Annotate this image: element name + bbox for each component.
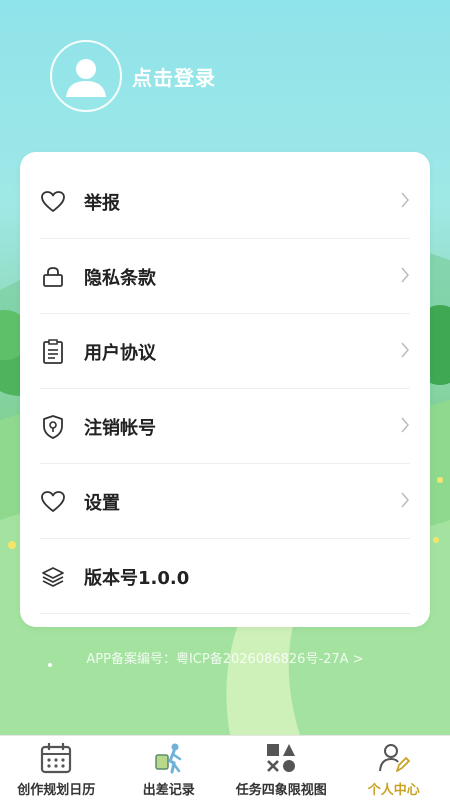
- chevron-right-icon: [400, 266, 410, 288]
- tab-label: 出差记录: [143, 779, 195, 798]
- icp-filing-link[interactable]: APP备案编号：粤ICP备2026086826号-27A >: [0, 648, 450, 667]
- lock-icon: [40, 264, 66, 290]
- shapes-icon: [263, 740, 299, 776]
- menu-item-user-agreement[interactable]: 用户协议: [40, 314, 410, 389]
- heart-icon: [40, 489, 66, 515]
- login-link[interactable]: 点击登录: [132, 62, 216, 91]
- menu-item-delete-account[interactable]: 注销帐号: [40, 389, 410, 464]
- menu-item-label: 版本号1.0.0: [84, 564, 189, 590]
- chevron-right-icon: [400, 416, 410, 438]
- user-avatar-icon: [61, 51, 111, 101]
- menu-item-label: 举报: [84, 189, 120, 215]
- menu-item-label: 设置: [84, 489, 120, 515]
- calendar-icon: [38, 740, 74, 776]
- tab-label: 个人中心: [368, 779, 420, 798]
- layers-icon: [40, 564, 66, 590]
- tab-label: 创作规划日历: [17, 779, 95, 798]
- tab-calendar[interactable]: 创作规划日历: [0, 736, 113, 801]
- profile-header[interactable]: 点击登录: [50, 40, 216, 112]
- chevron-right-icon: [400, 491, 410, 513]
- chevron-right-icon: [400, 191, 410, 213]
- bottom-tab-bar: 创作规划日历 出差记录 任务四象限视图 个人中心: [0, 735, 450, 801]
- tab-travel-records[interactable]: 出差记录: [113, 736, 226, 801]
- heart-icon: [40, 189, 66, 215]
- menu-item-version: 版本号1.0.0: [40, 539, 410, 614]
- avatar[interactable]: [50, 40, 122, 112]
- chevron-right-icon: [400, 341, 410, 363]
- tab-four-quadrant[interactable]: 任务四象限视图: [225, 736, 338, 801]
- shield-key-icon: [40, 414, 66, 440]
- menu-item-label: 注销帐号: [84, 414, 156, 440]
- tab-profile[interactable]: 个人中心: [338, 736, 450, 801]
- menu-item-label: 用户协议: [84, 339, 156, 365]
- menu-item-privacy[interactable]: 隐私条款: [40, 239, 410, 314]
- menu-item-label: 隐私条款: [84, 264, 156, 290]
- clipboard-icon: [40, 339, 66, 365]
- traveler-icon: [151, 740, 187, 776]
- menu-item-report[interactable]: 举报: [40, 164, 410, 239]
- menu-card: 举报 隐私条款 用户协议 注销帐号: [20, 152, 430, 627]
- user-edit-icon: [376, 740, 412, 776]
- tab-label: 任务四象限视图: [236, 779, 327, 798]
- divider: [40, 613, 410, 614]
- menu-item-settings[interactable]: 设置: [40, 464, 410, 539]
